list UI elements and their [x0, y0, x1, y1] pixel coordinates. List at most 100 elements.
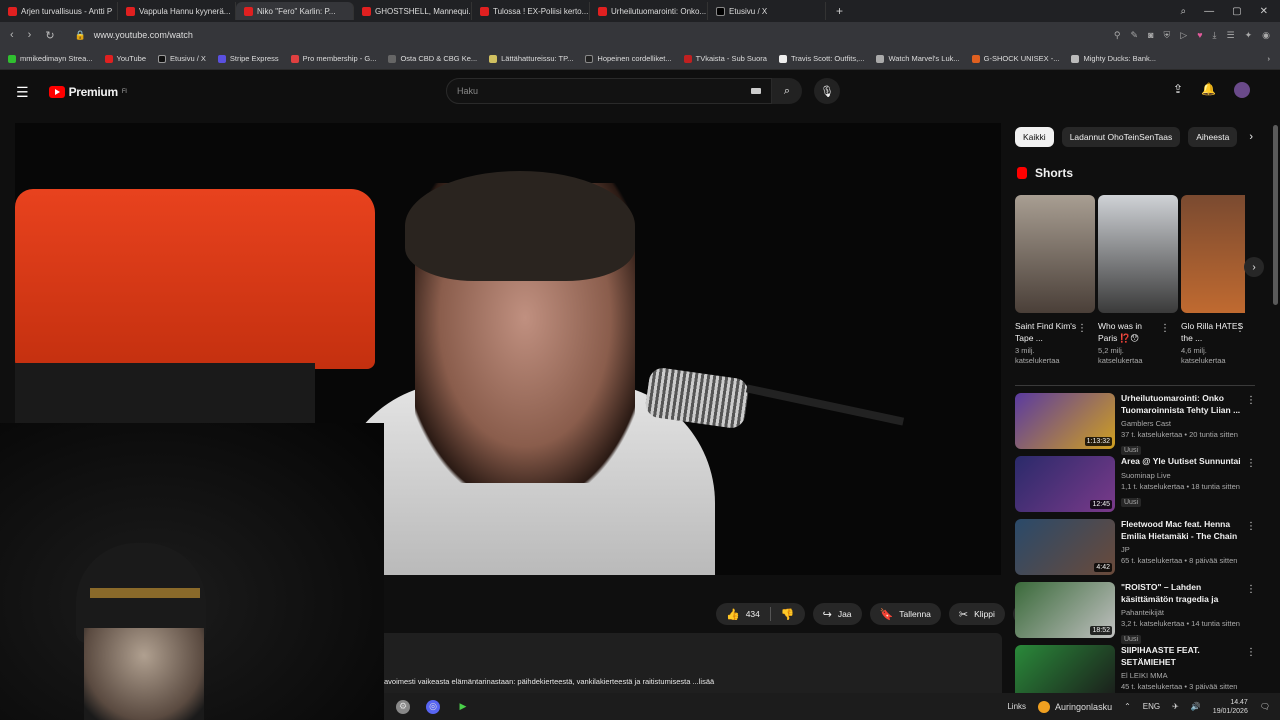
browser-tab-active[interactable]: Niko "Fero" Karlin: P...: [236, 2, 354, 20]
search-tabs-icon[interactable]: ⌕: [1181, 6, 1187, 17]
language-indicator[interactable]: ENG: [1143, 702, 1160, 711]
browser-tab[interactable]: Arjen turvallisuus - Antti P: [0, 2, 118, 20]
shield-icon[interactable]: ⛨: [1164, 30, 1171, 41]
download-icon[interactable]: ⤓: [1213, 30, 1217, 41]
keyboard-icon[interactable]: [751, 88, 761, 94]
short-thumbnail[interactable]: [1015, 195, 1095, 313]
chip-all[interactable]: Kaikki: [1015, 127, 1054, 147]
notification-icon[interactable]: 🗨: [1260, 702, 1270, 711]
puzzle-icon[interactable]: ✦: [1245, 30, 1253, 41]
network-icon[interactable]: ✈: [1172, 702, 1179, 711]
tray-chevron-icon[interactable]: ⌃: [1124, 702, 1131, 711]
more-options-icon[interactable]: ⋮: [1246, 521, 1256, 532]
shorts-next-button[interactable]: ›: [1244, 257, 1264, 277]
close-icon[interactable]: ✕: [1260, 6, 1268, 17]
video-thumbnail[interactable]: 4:42: [1015, 519, 1115, 575]
short-thumbnail[interactable]: [1181, 195, 1245, 313]
heart-icon[interactable]: ♥: [1197, 30, 1202, 41]
short-item[interactable]: Who was in Paris ⁉️😯 5,2 milj. katseluke…: [1098, 195, 1178, 366]
avatar[interactable]: [1234, 82, 1250, 98]
bookmark[interactable]: Pro membership - G...: [290, 54, 376, 63]
settings-app-icon[interactable]: ⚙: [396, 699, 410, 714]
extension-icon[interactable]: ✎: [1131, 30, 1139, 41]
voice-search-button[interactable]: 🎙: [814, 78, 840, 104]
list-item[interactable]: 12:45 Area @ Yle Uutiset Sunnuntai Suomi…: [1015, 456, 1260, 519]
short-item[interactable]: Saint Find Kim's Tape ... 3 milj. katsel…: [1015, 195, 1095, 366]
more-options-icon[interactable]: ⋮: [1246, 584, 1256, 595]
youtube-icon: [8, 6, 17, 16]
video-thumbnail[interactable]: 12:45: [1015, 456, 1115, 512]
short-thumbnail[interactable]: [1098, 195, 1178, 313]
list-item[interactable]: 4:42 Fleetwood Mac feat. Henna Emilia Hi…: [1015, 519, 1260, 582]
bookmark[interactable]: Etusivu / X: [158, 54, 206, 63]
discord-icon[interactable]: ◎: [426, 699, 440, 714]
video-thumbnail[interactable]: 18:52: [1015, 582, 1115, 638]
bookmark[interactable]: Watch Marvel's Luk...: [876, 54, 960, 63]
thumbs-up-icon: 👍: [726, 608, 740, 621]
list-icon[interactable]: ☰: [1227, 30, 1235, 41]
list-item[interactable]: 1:13:32 Urheilutuomarointi: Onko Tuomaro…: [1015, 393, 1260, 456]
links-toolbar[interactable]: Links: [1007, 702, 1026, 711]
more-options-icon[interactable]: ⋮: [1246, 647, 1256, 658]
profile-icon[interactable]: ◉: [1262, 30, 1270, 41]
bookmark[interactable]: Travis Scott: Outfits,...: [778, 54, 864, 63]
more-options-icon[interactable]: ⋮: [1160, 323, 1170, 334]
bookmark[interactable]: Hopeinen cordelliket...: [585, 54, 672, 63]
share-button[interactable]: ↪ Jaa: [812, 603, 862, 625]
video-thumbnail[interactable]: 1:13:32: [1015, 393, 1115, 449]
bookmarks-overflow-icon[interactable]: ›: [1268, 54, 1280, 63]
chip-related[interactable]: Aiheesta: [1188, 127, 1238, 147]
volume-icon[interactable]: 🔊: [1191, 702, 1201, 711]
extension-icon[interactable]: ⚲: [1114, 30, 1121, 41]
new-tab-button[interactable]: +: [826, 4, 853, 18]
youtube-icon: [362, 6, 371, 16]
divider: [769, 607, 771, 621]
youtube-premium-logo[interactable]: Premium FI: [48, 85, 127, 99]
bookmark[interactable]: mmikedimayn Strea...: [8, 54, 93, 63]
url-field[interactable]: www.youtube.com/watch: [94, 30, 193, 40]
bookmark[interactable]: G-SHOCK UNISEX -...: [971, 54, 1059, 63]
maximize-icon[interactable]: ▢: [1232, 6, 1241, 17]
reload-icon[interactable]: ↻: [45, 29, 54, 42]
bookmark[interactable]: Osta CBD & CBG Ke...: [388, 54, 477, 63]
like-button[interactable]: 👍 434 👎: [716, 603, 805, 625]
search-button[interactable]: ⌕: [772, 78, 802, 104]
clip-button[interactable]: ✂ Klippi: [948, 603, 1005, 625]
search-input[interactable]: Haku: [446, 78, 772, 104]
window-controls: ⌕ — ▢ ✕: [1181, 6, 1280, 17]
chevron-right-icon[interactable]: ›: [1249, 131, 1253, 143]
bookmark[interactable]: Mighty Ducks: Bank...: [1071, 54, 1156, 63]
thumbs-down-icon[interactable]: 👎: [781, 608, 795, 621]
bookmark[interactable]: YouTube: [104, 54, 146, 63]
more-options-icon[interactable]: ⋮: [1235, 323, 1245, 334]
browser-tab[interactable]: Urheilutuomarointi: Onko...: [590, 2, 708, 20]
list-item[interactable]: 18:52 "ROISTO" – Lahden käsittämätön tra…: [1015, 582, 1260, 645]
play-icon[interactable]: ▷: [1180, 30, 1187, 41]
minimize-icon[interactable]: —: [1204, 6, 1214, 17]
browser-tab[interactable]: Etusivu / X: [708, 2, 826, 20]
bookmark[interactable]: TVkaista - Sub Suora: [683, 54, 767, 63]
app-play-icon[interactable]: ▶: [456, 700, 470, 714]
more-options-icon[interactable]: ⋮: [1077, 323, 1087, 334]
upload-icon[interactable]: ⇪: [1173, 82, 1183, 98]
camera-icon[interactable]: ◙: [1148, 30, 1153, 41]
taskbar: ⚙ ◎ ▶ Links Auringonlasku ⌃ ENG ✈ 🔊 14.4…: [384, 693, 1280, 720]
hamburger-menu-icon[interactable]: ☰: [16, 84, 29, 101]
browser-tab[interactable]: Vappula Hannu kyynerä...: [118, 2, 236, 20]
clock[interactable]: 14.47 19/01/2026: [1213, 698, 1248, 716]
bookmark[interactable]: Lättähattureissu: TP...: [489, 54, 573, 63]
back-icon[interactable]: ‹: [10, 29, 14, 42]
browser-tab[interactable]: GHOSTSHELL, Mannequi...: [354, 2, 472, 20]
scrollbar[interactable]: [1273, 125, 1278, 305]
forward-icon[interactable]: ›: [28, 29, 32, 42]
bookmark[interactable]: Stripe Express: [217, 54, 279, 63]
more-options-icon[interactable]: ⋮: [1246, 395, 1256, 406]
chip-uploader[interactable]: Ladannut OhoTeinSenTaas: [1061, 127, 1181, 147]
more-options-icon[interactable]: ⋮: [1246, 458, 1256, 469]
description-text[interactable]: avoimesti vaikeasta elämäntarinastaan: p…: [384, 677, 714, 686]
browser-tab[interactable]: Tulossa ! EX-Poliisi kerto...: [472, 2, 590, 20]
weather-widget[interactable]: Auringonlasku: [1038, 700, 1112, 713]
bell-icon[interactable]: 🔔: [1201, 82, 1216, 98]
save-button[interactable]: 🔖 Tallenna: [869, 603, 941, 625]
short-item[interactable]: Glo Rilla HATES the ... 4,6 milj. katsel…: [1181, 195, 1245, 366]
